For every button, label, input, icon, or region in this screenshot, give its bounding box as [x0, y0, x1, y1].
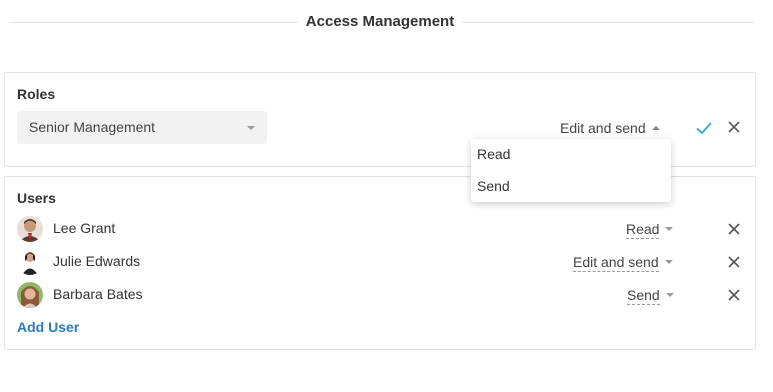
permission-dropdown-menu: Read Send — [471, 139, 671, 202]
user-permission-value: Send — [627, 287, 660, 305]
dropdown-option-read[interactable]: Read — [477, 146, 510, 162]
user-row: Lee Grant Read — [17, 214, 752, 244]
chevron-down-icon — [664, 260, 673, 264]
user-name: Julie Edwards — [53, 253, 141, 269]
header-divider-right — [462, 22, 755, 23]
user-permission-select[interactable]: Edit and send — [573, 254, 673, 272]
role-select-value: Senior Management — [29, 119, 156, 135]
user-permission-value: Read — [626, 221, 660, 239]
user-permission-value: Edit and send — [573, 254, 659, 272]
users-card: Users Lee Grant Read Julie Edwards Edit … — [4, 176, 756, 350]
remove-user-icon[interactable] — [727, 222, 745, 240]
role-permission-select[interactable]: Edit and send — [560, 120, 660, 136]
chevron-down-icon — [665, 227, 674, 231]
chevron-up-icon — [651, 126, 660, 130]
avatar — [17, 249, 43, 275]
section-header: Access Management — [0, 10, 773, 34]
user-name: Barbara Bates — [53, 286, 143, 302]
remove-user-icon[interactable] — [727, 288, 745, 306]
remove-user-icon[interactable] — [727, 255, 745, 273]
user-name: Lee Grant — [53, 220, 116, 236]
user-permission-select[interactable]: Read — [626, 221, 674, 239]
role-permission-value: Edit and send — [560, 120, 646, 136]
roles-title: Roles — [17, 86, 56, 102]
avatar — [17, 282, 43, 308]
user-row: Julie Edwards Edit and send — [17, 247, 752, 277]
add-user-link[interactable]: Add User — [17, 319, 79, 335]
chevron-down-icon — [665, 293, 674, 297]
avatar — [17, 216, 43, 242]
dropdown-option-send[interactable]: Send — [477, 178, 510, 194]
confirm-icon[interactable] — [695, 119, 713, 137]
chevron-down-icon — [247, 126, 255, 130]
user-permission-select[interactable]: Send — [627, 287, 674, 305]
role-select[interactable]: Senior Management — [17, 111, 267, 144]
user-row: Barbara Bates Send — [17, 280, 752, 310]
users-title: Users — [17, 190, 56, 206]
close-icon[interactable] — [727, 120, 745, 138]
